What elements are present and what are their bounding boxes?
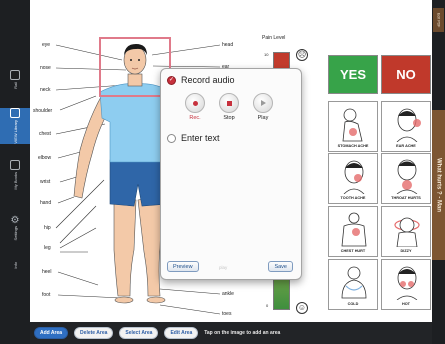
label-leg: leg (44, 245, 51, 251)
label-ankle: ankle (222, 291, 234, 297)
hot-icon (396, 266, 418, 300)
books-icon (10, 160, 20, 170)
enter-text-label: Enter text (181, 133, 220, 143)
rail-item-books[interactable]: My Books (0, 160, 30, 200)
stop-button[interactable] (219, 93, 239, 113)
dizzy-icon (394, 217, 420, 247)
record-audio-option[interactable]: Record audio (167, 75, 235, 85)
rail-item-1[interactable]: Rail (0, 70, 30, 98)
symptom-throat-hurts[interactable]: THROAT HURTS (381, 153, 431, 204)
text-input-area[interactable] (169, 151, 295, 259)
tooth-ache-icon (343, 160, 365, 194)
library-icon (10, 108, 20, 118)
rail-item-label: Info (12, 262, 18, 269)
enter-text-option[interactable]: Enter text (167, 133, 220, 143)
stomach-ache-icon (342, 108, 363, 142)
record-dot-icon (192, 100, 198, 106)
symptom-chest-hurt[interactable]: CHEST HURT (328, 206, 378, 257)
rail-item-label: Settings (12, 226, 18, 241)
symptom-dizzy[interactable]: DIZZY (381, 206, 431, 257)
rail-item-label: VIEW Library (12, 120, 18, 144)
label-toes: toes (222, 311, 232, 317)
throat-hurts-icon (396, 159, 418, 194)
symptom-hot[interactable]: HOT (381, 259, 431, 310)
label-foot: foot (42, 292, 51, 298)
rail-item-library[interactable]: VIEW Library (0, 108, 30, 144)
symptom-label: THROAT HURTS (391, 196, 421, 200)
yes-button[interactable]: YES (328, 55, 378, 94)
stop-square-icon (226, 100, 232, 106)
record-audio-radio[interactable] (167, 75, 176, 85)
symptom-label: COLD (347, 302, 359, 306)
rail-item-label: My Books (12, 172, 18, 190)
label-nose: nose (40, 65, 51, 71)
toolbar-hint: Tap on the image to add an area (204, 330, 281, 336)
label-neck: neck (40, 87, 51, 93)
rail-item-settings[interactable]: ⚙ Settings (0, 216, 30, 250)
symptom-ear-ache[interactable]: EAR ACHE (381, 101, 431, 152)
preview-button[interactable]: Preview (167, 261, 199, 272)
edit-area-button[interactable]: Edit Area (164, 327, 199, 339)
label-eye: eye (42, 42, 51, 48)
pain-level-title: Pain Level (262, 35, 286, 41)
add-area-button[interactable]: Add Area (34, 327, 69, 339)
gear-icon: ⚙ (10, 215, 20, 226)
document-icon (10, 70, 20, 80)
label-heel: heel (42, 269, 52, 275)
label-shoulder: shoulder (33, 108, 53, 114)
stop-label: Stop (223, 115, 235, 121)
symptom-cold[interactable]: COLD (328, 259, 378, 310)
bottom-toolbar: Add Area Delete Area Select Area Edit Ar… (30, 322, 432, 344)
select-area-button[interactable]: Select Area (119, 327, 159, 339)
play-label: Play (257, 115, 269, 121)
ear-ache-icon (396, 108, 421, 142)
sad-face-icon: ☹ (296, 49, 308, 61)
symptom-label: TOOTH ACHE (340, 196, 366, 200)
faded-play-hint: play (219, 265, 228, 270)
page-title-tab: What hurts ? - Man (432, 110, 445, 260)
pain-scale-min: 0 (266, 303, 269, 308)
symptom-label: STOMACH ACHE (337, 144, 369, 148)
rail-item-info[interactable]: Info (0, 262, 30, 284)
symptom-stomach-ache[interactable]: STOMACH ACHE (328, 101, 378, 152)
symptom-label: HOT (401, 302, 410, 306)
area-content-dialog: Record audio Rec. Stop Play Enter text p… (160, 68, 302, 280)
happy-face-icon: ☺ (296, 302, 308, 314)
label-head: head (222, 42, 234, 48)
chest-hurt-icon (341, 212, 367, 247)
label-chest: chest (39, 131, 51, 137)
save-button[interactable]: Save (268, 261, 293, 272)
edit-pdf-tab[interactable]: Edit PDF (433, 8, 444, 32)
symptom-tooth-ache[interactable]: TOOTH ACHE (328, 153, 378, 204)
record-button[interactable] (185, 93, 205, 113)
label-hand: hand (40, 200, 52, 206)
pain-scale-max: 10 (264, 52, 269, 57)
record-label: Rec. (189, 115, 201, 121)
symptom-label: CHEST HURT (340, 249, 366, 253)
record-audio-label: Record audio (181, 75, 235, 85)
left-navigation-rail: Rail VIEW Library My Books ⚙ Settings In… (0, 0, 30, 344)
no-button[interactable]: NO (381, 55, 431, 94)
symptom-label: DIZZY (400, 249, 412, 253)
play-triangle-icon (261, 100, 266, 106)
cold-icon (341, 266, 367, 299)
label-elbow: elbow (38, 155, 52, 161)
enter-text-radio[interactable] (167, 133, 176, 143)
rail-item-label: Rail (12, 82, 18, 89)
play-button[interactable] (253, 93, 273, 113)
symptom-label: EAR ACHE (396, 144, 416, 148)
right-side-rail: Edit PDF What hurts ? - Man (432, 0, 445, 344)
label-hip: hip (44, 225, 51, 231)
delete-area-button[interactable]: Delete Area (74, 327, 114, 339)
label-wrist: wrist (40, 179, 51, 185)
